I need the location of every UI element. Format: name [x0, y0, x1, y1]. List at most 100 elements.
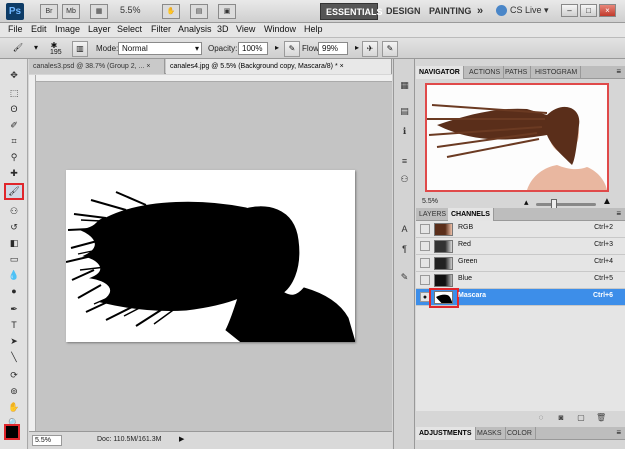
cs-live-button[interactable]: CS Live ▾ [496, 5, 549, 17]
3d-rotate-tool-icon[interactable]: ⟳ [6, 369, 22, 382]
gradient-tool-icon[interactable]: ▭ [6, 253, 22, 266]
close-icon[interactable]: × [146, 63, 150, 70]
maximize-button[interactable]: □ [580, 4, 597, 17]
pen-tool-icon[interactable]: ✒ [6, 303, 22, 316]
navigator-zoom-slider[interactable] [536, 203, 596, 206]
opacity-input[interactable]: 100% [238, 42, 268, 55]
zoom-in-icon[interactable]: ▲ [602, 196, 612, 207]
dodge-tool-icon[interactable]: ● [6, 285, 22, 298]
tablet-opacity-icon[interactable]: ✎ [284, 41, 300, 57]
hand-tool-icon[interactable]: ✋ [162, 4, 180, 19]
tab-adjustments[interactable]: ADJUSTMENTS [416, 427, 476, 440]
brush-presets-panel-icon[interactable]: ≡ [398, 155, 411, 167]
channel-row-red[interactable]: Red Ctrl+3 [416, 238, 625, 255]
channel-row-blue[interactable]: Blue Ctrl+5 [416, 272, 625, 289]
arrange-documents-icon[interactable]: ▤ [190, 4, 208, 19]
tab-canales4[interactable]: canales4.jpg @ 5.5% (Background copy, Ma… [166, 59, 392, 74]
panel-menu-icon[interactable]: ≡ [616, 209, 621, 218]
airbrush-icon[interactable]: ✈ [362, 41, 378, 57]
menu-image[interactable]: Image [55, 24, 80, 34]
visibility-toggle[interactable] [420, 241, 430, 251]
channel-row-green[interactable]: Green Ctrl+4 [416, 255, 625, 272]
document-canvas[interactable] [65, 170, 356, 343]
tab-color[interactable]: COLOR [504, 427, 536, 440]
menu-edit[interactable]: Edit [31, 24, 47, 34]
hand-tool-icon[interactable]: ✋ [6, 401, 22, 414]
history-brush-tool-icon[interactable]: ↺ [6, 221, 22, 234]
crop-tool-icon[interactable]: ⌗ [6, 135, 22, 148]
zoom-out-icon[interactable]: ▴ [524, 197, 529, 208]
eraser-tool-icon[interactable]: ◧ [6, 237, 22, 250]
brush-size[interactable]: 195 [50, 49, 62, 56]
quick-selection-tool-icon[interactable]: ✐ [6, 119, 22, 132]
channel-row-mascara[interactable]: ● Mascara Ctrl+6 [416, 288, 625, 308]
brush-panel-icon[interactable]: ▥ [72, 41, 88, 57]
marquee-tool-icon[interactable]: ⬚ [6, 87, 22, 100]
tab-histogram[interactable]: HISTOGRAM [532, 66, 582, 79]
minibridge-icon[interactable]: Mb [62, 4, 80, 19]
menu-3d[interactable]: 3D [217, 24, 229, 34]
tab-channels[interactable]: CHANNELS [448, 208, 494, 221]
navigator-zoom-input[interactable]: 5.5% [422, 198, 438, 205]
minimize-button[interactable]: – [561, 4, 578, 17]
tab-navigator[interactable]: NAVIGATOR [416, 66, 464, 79]
delete-channel-icon[interactable]: 🗑 [596, 413, 606, 423]
view-extras-icon[interactable]: ▦ [90, 4, 108, 19]
load-selection-icon[interactable]: ◌ [536, 413, 546, 423]
brush-tool-icon[interactable]: 🖌 [4, 183, 24, 200]
menu-window[interactable]: Window [264, 24, 296, 34]
clone-stamp-tool-icon[interactable]: ⚇ [6, 205, 22, 218]
visibility-toggle[interactable] [420, 258, 430, 268]
navigator-thumbnail[interactable] [425, 83, 609, 192]
tab-canales3[interactable]: canales3.psd @ 38.7% (Group 2, ... × [29, 59, 165, 74]
panel-menu-icon[interactable]: ≡ [616, 428, 621, 437]
tab-actions[interactable]: ACTIONS [466, 66, 505, 79]
bridge-icon[interactable]: Br [40, 4, 58, 19]
panel-menu-icon[interactable]: ≡ [616, 67, 621, 76]
status-zoom-input[interactable]: 5.5% [32, 435, 62, 446]
tab-paths[interactable]: PATHS [502, 66, 532, 79]
new-channel-icon[interactable]: ▢ [576, 413, 586, 423]
3d-orbit-tool-icon[interactable]: ⊚ [6, 385, 22, 398]
flow-input[interactable]: 99% [318, 42, 348, 55]
tool-presets-panel-icon[interactable]: ✎ [398, 271, 411, 283]
chevron-right-icon[interactable]: ▸ [272, 41, 282, 57]
info-panel-icon[interactable]: ℹ [398, 125, 411, 137]
workspace-painting-button[interactable]: PAINTING [424, 3, 476, 20]
path-selection-tool-icon[interactable]: ➤ [6, 335, 22, 348]
mini-bridge-panel-icon[interactable]: ▦ [398, 79, 411, 91]
shape-tool-icon[interactable]: ╲ [6, 351, 22, 364]
tab-layers[interactable]: LAYERS [416, 208, 451, 221]
clone-source-panel-icon[interactable]: ⚇ [398, 173, 411, 185]
mode-select[interactable]: Normal ▾ [118, 42, 202, 55]
zoom-level[interactable]: 5.5% [120, 5, 141, 15]
blur-tool-icon[interactable]: 💧 [6, 269, 22, 282]
foreground-color-swatch[interactable] [4, 424, 20, 440]
screen-mode-icon[interactable]: ▣ [218, 4, 236, 19]
chevron-down-icon[interactable]: ▾ [30, 41, 42, 57]
character-panel-icon[interactable]: A [398, 223, 411, 235]
channel-row-rgb[interactable]: RGB Ctrl+2 [416, 221, 625, 238]
visibility-toggle[interactable] [420, 275, 430, 285]
more-workspaces-button[interactable]: » [472, 3, 488, 20]
lasso-tool-icon[interactable]: ʘ [6, 103, 22, 116]
visibility-toggle[interactable] [420, 224, 430, 234]
tab-masks[interactable]: MASKS [474, 427, 506, 440]
menu-select[interactable]: Select [117, 24, 142, 34]
menu-layer[interactable]: Layer [88, 24, 111, 34]
close-icon[interactable]: × [340, 63, 344, 70]
tablet-size-icon[interactable]: ✎ [382, 41, 398, 57]
menu-view[interactable]: View [236, 24, 255, 34]
save-selection-icon[interactable]: ◙ [556, 413, 566, 423]
workspace-design-button[interactable]: DESIGN [381, 3, 426, 20]
close-window-button[interactable]: × [599, 4, 616, 17]
healing-brush-tool-icon[interactable]: ✚ [6, 167, 22, 180]
workspace-essentials-button[interactable]: ESSENTIALS [320, 3, 383, 20]
chevron-right-icon[interactable]: ▸ [352, 41, 362, 57]
history-panel-icon[interactable]: ▤ [398, 105, 411, 117]
eyedropper-tool-icon[interactable]: ⚲ [6, 151, 22, 164]
menu-file[interactable]: File [8, 24, 23, 34]
type-tool-icon[interactable]: T [6, 319, 22, 332]
status-menu-button[interactable]: ▶ [179, 435, 184, 443]
paragraph-panel-icon[interactable]: ¶ [398, 243, 411, 255]
